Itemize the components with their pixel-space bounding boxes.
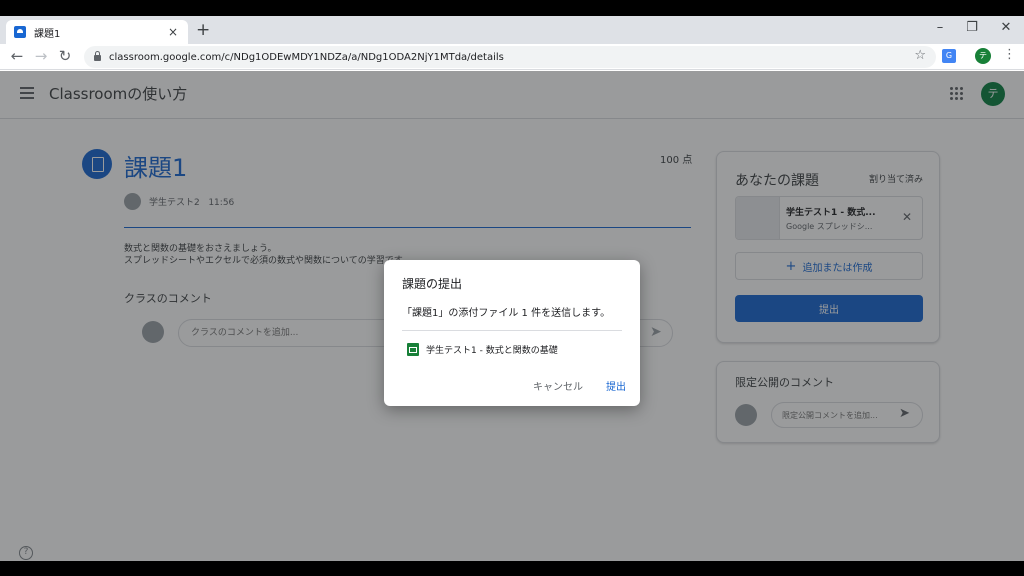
dialog-title: 課題の提出 [402, 277, 463, 291]
classroom-favicon-icon [14, 26, 26, 38]
back-icon[interactable]: ← [8, 47, 26, 65]
bookmark-star-icon[interactable]: ☆ [914, 48, 926, 63]
new-tab-icon[interactable]: + [196, 21, 210, 39]
lock-icon [94, 51, 101, 61]
confirm-turn-in-button[interactable]: 提出 [606, 378, 626, 393]
tab-assignment[interactable]: 課題1 × [6, 20, 188, 44]
address-bar[interactable]: classroom.google.com/c/NDg1ODEwMDY1NDZa/… [84, 46, 936, 68]
restore-icon[interactable]: ❐ [962, 20, 982, 35]
browser-profile-avatar[interactable]: テ [975, 48, 991, 64]
forward-icon[interactable]: → [32, 47, 50, 65]
turn-in-dialog: 課題の提出 「課題1」の添付ファイル 1 件を送信します。 学生テスト1 - 数… [384, 260, 640, 406]
tab-close-icon[interactable]: × [166, 25, 180, 39]
divider [402, 330, 622, 331]
cancel-button[interactable]: キャンセル [533, 378, 583, 393]
browser-window: 課題1 × + – ❐ ✕ ← → ↻ classroom.google.com… [0, 16, 1024, 561]
browser-toolbar: ← → ↻ classroom.google.com/c/NDg1ODEwMDY… [0, 44, 1024, 70]
url-text: classroom.google.com/c/NDg1ODEwMDY1NDZa/… [109, 51, 504, 63]
minimize-icon[interactable]: – [930, 20, 950, 35]
google-sheets-icon [407, 343, 419, 356]
close-window-icon[interactable]: ✕ [996, 20, 1016, 35]
dialog-file-name: 学生テスト1 - 数式と関数の基礎 [426, 346, 558, 356]
tab-strip: 課題1 × + – ❐ ✕ [0, 16, 1024, 44]
reload-icon[interactable]: ↻ [56, 47, 74, 65]
dialog-message: 「課題1」の添付ファイル 1 件を送信します。 [402, 308, 611, 319]
browser-menu-icon[interactable]: ⋮ [1003, 47, 1016, 62]
translate-icon[interactable]: G [942, 49, 956, 63]
tab-title: 課題1 [34, 28, 61, 40]
